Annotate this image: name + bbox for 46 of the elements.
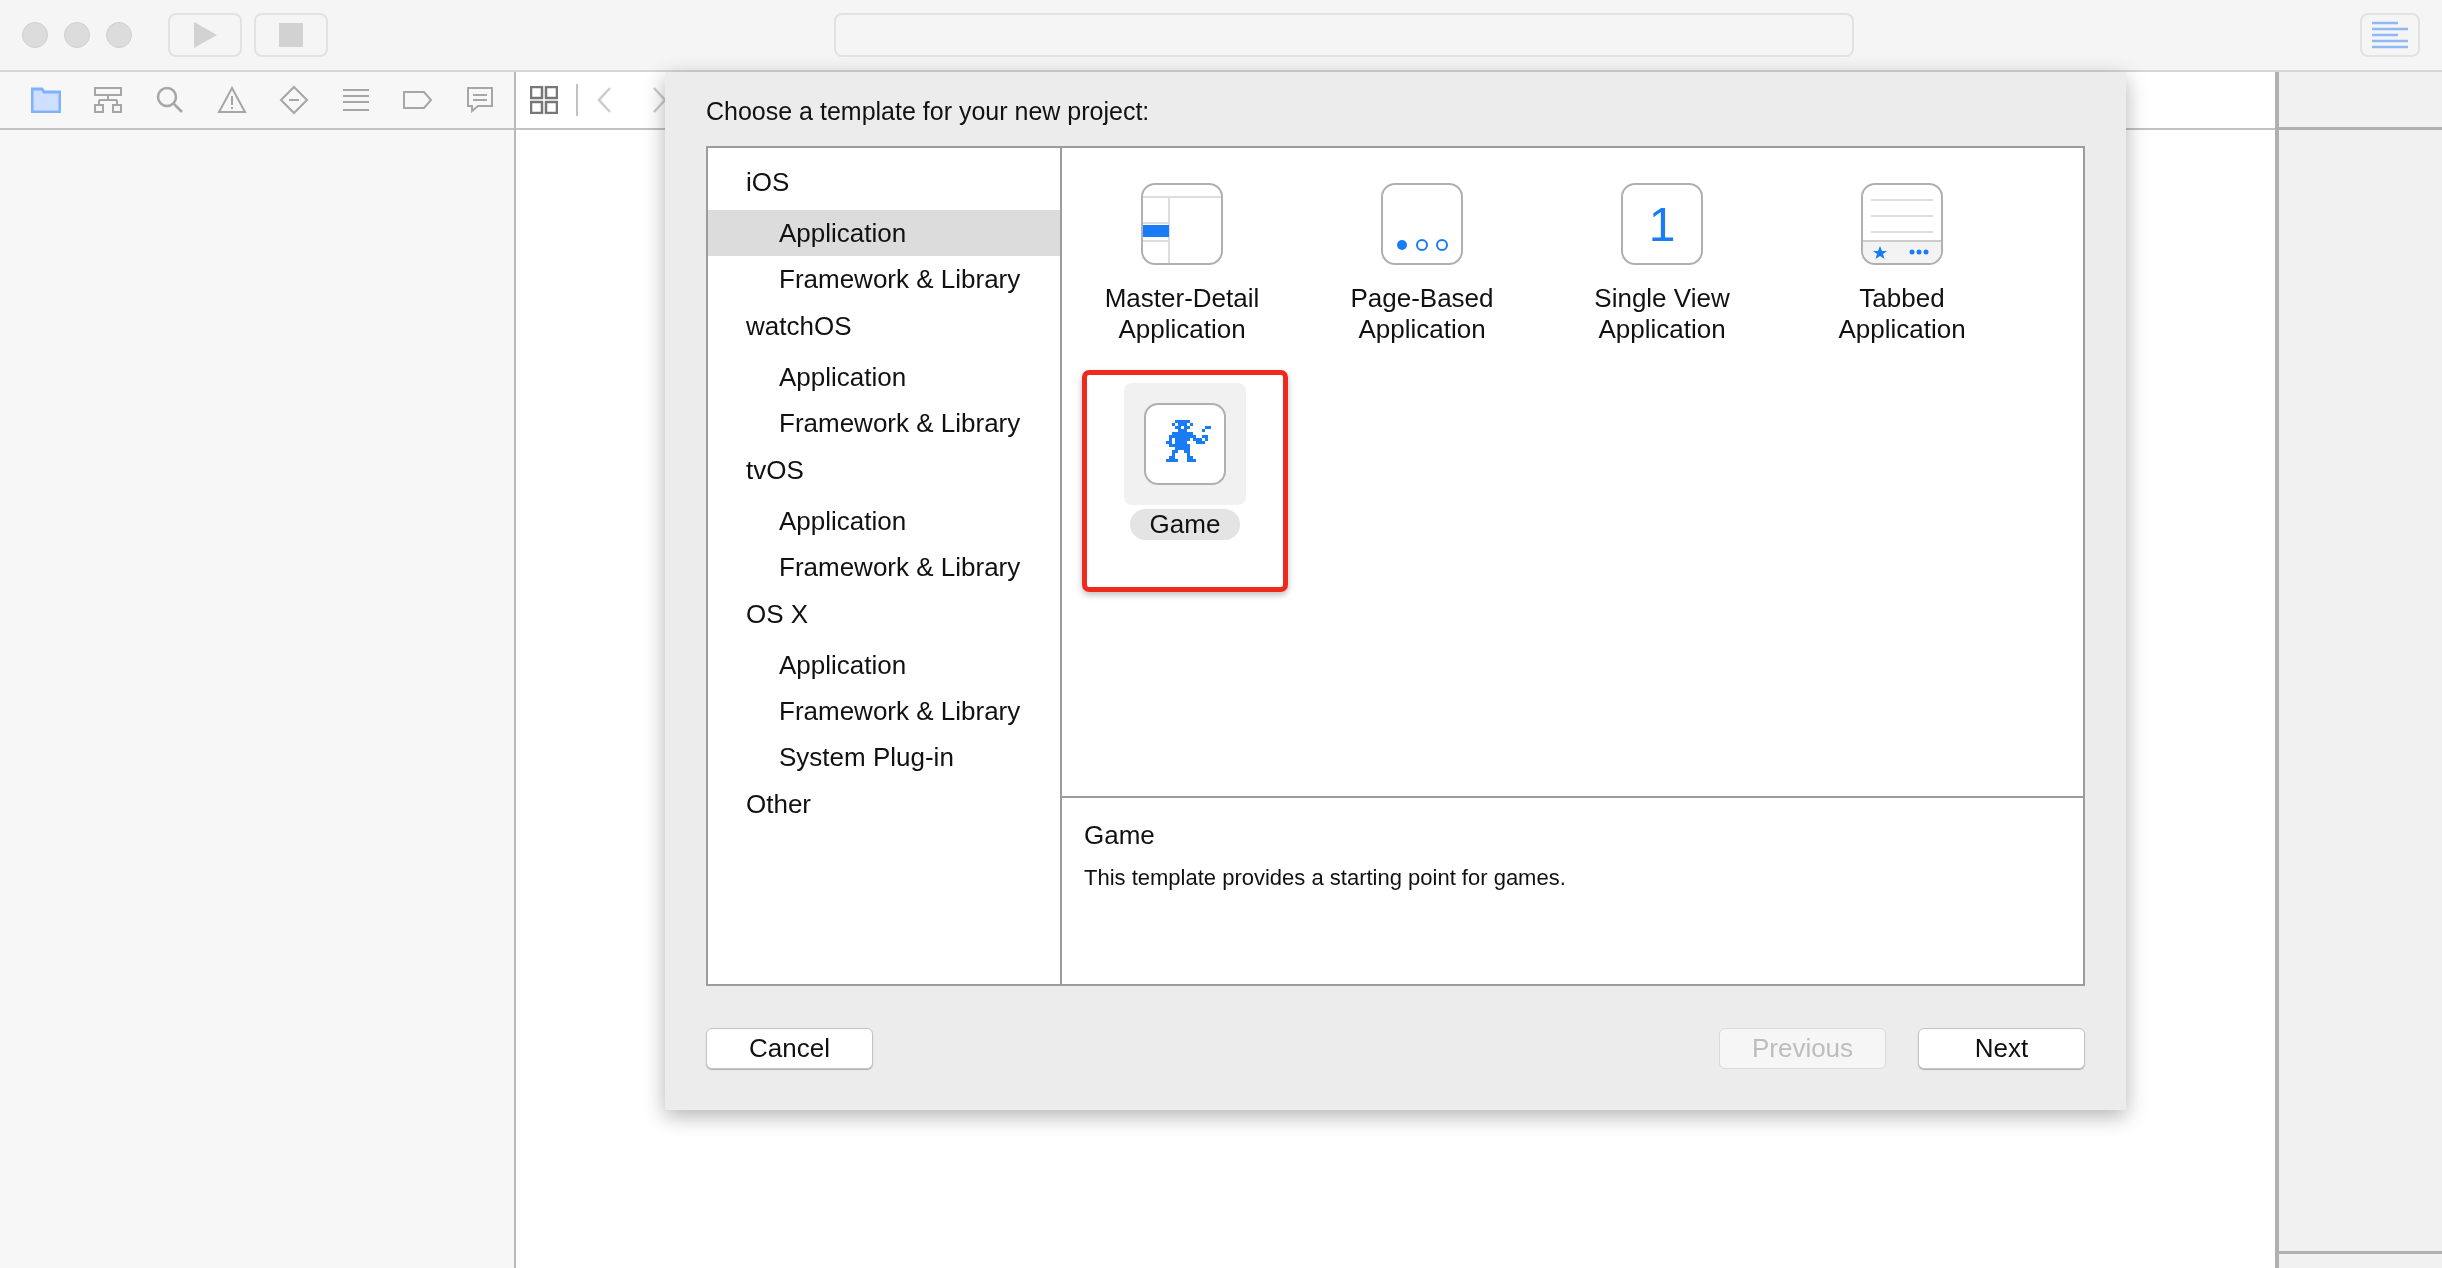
template-tile[interactable]: Page-Based Application <box>1302 158 1542 368</box>
template-label: Single View Application <box>1593 283 1731 345</box>
grid-icon[interactable] <box>530 86 558 114</box>
category-item[interactable]: Framework & Library <box>708 400 1060 446</box>
cancel-button[interactable]: Cancel <box>706 1028 873 1069</box>
zoom-window-control[interactable] <box>106 22 132 48</box>
hierarchy-icon[interactable] <box>92 84 124 116</box>
category-item[interactable]: Application <box>708 354 1060 400</box>
sheet-title: Choose a template for your new project: <box>706 96 1151 127</box>
lines-button[interactable] <box>2360 13 2420 57</box>
lines-icon <box>2371 21 2409 49</box>
category-item[interactable]: Framework & Library <box>708 688 1060 734</box>
description-text: This template provides a starting point for games. <box>1084 865 1567 891</box>
single-view-icon: 1 <box>1621 183 1703 265</box>
category-item[interactable]: System Plug-in <box>708 734 1060 780</box>
template-label: Game <box>1129 509 1241 540</box>
platform-header: tvOS <box>745 454 805 487</box>
platform-header: Other <box>745 788 813 821</box>
platform-header: iOS <box>745 166 791 199</box>
template-tile[interactable]: 1 Single View Application <box>1542 158 1782 368</box>
template-label: Master-Detail Application <box>1103 283 1261 345</box>
template-tile[interactable]: Tabbed Application <box>1782 158 2022 368</box>
category-item[interactable]: Framework & Library <box>708 544 1060 590</box>
master-detail-layout-icon <box>1141 183 1223 265</box>
speech-bubble-icon[interactable] <box>464 84 496 116</box>
description-title: Game <box>1084 820 1156 851</box>
page-dots-icon <box>1381 183 1463 265</box>
stop-icon <box>279 23 303 47</box>
diamond-icon[interactable] <box>278 84 310 116</box>
platform-header: watchOS <box>745 310 853 343</box>
template-tile[interactable]: Game <box>1082 370 1288 592</box>
template-label: Page-Based Application <box>1349 283 1495 345</box>
category-item[interactable]: Framework & Library <box>708 256 1060 302</box>
pixel-character-icon <box>1144 403 1226 485</box>
category-item[interactable]: Application <box>708 210 1060 256</box>
next-button[interactable]: Next <box>1918 1028 2085 1069</box>
play-icon <box>192 21 218 49</box>
tab-bar-icon <box>1861 183 1943 265</box>
category-item[interactable]: Application <box>708 498 1060 544</box>
close-window-control[interactable] <box>22 22 48 48</box>
minimize-window-control[interactable] <box>64 22 90 48</box>
template-tile[interactable]: Master-Detail Application <box>1062 158 1302 368</box>
category-item[interactable]: Application <box>708 642 1060 688</box>
platform-header: OS X <box>745 598 810 631</box>
warning-icon[interactable] <box>216 84 248 116</box>
template-label: Tabbed Application <box>1837 283 1967 345</box>
